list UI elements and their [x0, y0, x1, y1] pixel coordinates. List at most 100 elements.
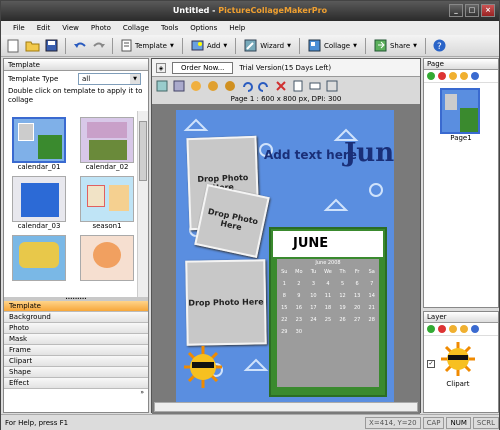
move-up-icon[interactable] — [449, 72, 457, 80]
layer-refresh-icon[interactable] — [471, 325, 479, 333]
delete-icon[interactable] — [273, 79, 288, 93]
page-thumb-1[interactable]: Page1 — [440, 88, 482, 142]
menu-edit[interactable]: Edit — [31, 21, 57, 35]
open-folder-icon[interactable] — [24, 37, 41, 54]
template-label: calendar_01 — [17, 163, 61, 171]
new-icon[interactable] — [5, 37, 22, 54]
rotate-right-icon[interactable] — [239, 79, 254, 93]
move-down-icon[interactable] — [460, 72, 468, 80]
calendar-day: 24 — [310, 317, 317, 323]
rotate-left-icon[interactable] — [256, 79, 271, 93]
section-frame[interactable]: Frame — [4, 345, 148, 356]
collage-button[interactable]: Collage ▼ — [305, 37, 360, 55]
add-layer-icon[interactable] — [427, 325, 435, 333]
calendar-month-title: JUNE — [273, 231, 383, 257]
status-num: NUM — [446, 416, 471, 429]
fit-page-icon[interactable] — [154, 79, 169, 93]
wizard-button[interactable]: Wizard ▼ — [241, 37, 294, 55]
calendar-grid: June 2008 Su Mo Tu We Th Fr Sa 1 2 3 4 5 6 7 8 9 10 11 12 1… — [277, 259, 379, 387]
template-button[interactable]: Template ▼ — [118, 37, 177, 55]
layer-item-clipart[interactable]: ✓ Clipart — [424, 336, 498, 392]
refresh-icon[interactable] — [471, 72, 479, 80]
help-icon[interactable]: ? — [431, 37, 448, 54]
menu-file[interactable]: File — [7, 21, 31, 35]
calendar-day: 13 — [353, 293, 361, 299]
template-type-select[interactable]: all ▼ — [78, 73, 141, 85]
calendar-block[interactable]: JUNE June 2008 Su Mo Tu We Th Fr Sa 1 2 3 4 5 6 7 8 9 10… — [269, 227, 387, 397]
redo-icon[interactable] — [90, 37, 107, 54]
template-thumb-6[interactable] — [76, 235, 138, 281]
section-background[interactable]: Background — [4, 312, 148, 323]
calendar-day: 25 — [324, 317, 332, 323]
delete-layer-icon[interactable] — [438, 325, 446, 333]
layer-visible-checkbox[interactable]: ✓ — [427, 360, 435, 368]
section-effect[interactable]: Effect — [4, 378, 148, 389]
layer-panel: Layer ✓ Clipart — [423, 311, 499, 413]
layer-up-icon[interactable] — [449, 325, 457, 333]
section-template[interactable]: Template — [4, 301, 148, 312]
collage-page[interactable]: Drop Photo Here Drop Photo Here Drop Pho… — [176, 110, 394, 402]
page-panel-header: Page — [424, 59, 498, 70]
template-thumb-season1[interactable]: season1 — [76, 176, 138, 231]
photo-placeholder-3[interactable]: Drop Photo Here — [185, 259, 267, 346]
template-thumb-calendar-03[interactable]: calendar_03 — [8, 176, 70, 231]
fit-height-icon[interactable] — [307, 79, 322, 93]
template-thumb-calendar-01[interactable]: calendar_01 — [8, 117, 70, 172]
page-panel: Page Page1 — [423, 58, 499, 308]
full-view-icon[interactable] — [324, 79, 339, 93]
layer-down-icon[interactable] — [460, 325, 468, 333]
order-now-button[interactable]: Order Now... — [172, 61, 234, 74]
menu-view[interactable]: View — [56, 21, 85, 35]
section-mask[interactable]: Mask — [4, 334, 148, 345]
add-button[interactable]: Add ▼ — [188, 37, 230, 55]
send-back-icon[interactable] — [205, 79, 220, 93]
template-label: calendar_03 — [17, 222, 61, 230]
section-shape[interactable]: Shape — [4, 367, 148, 378]
canvas-hscrollbar[interactable] — [154, 402, 418, 412]
close-button[interactable]: × — [481, 4, 495, 17]
fit-width-icon[interactable] — [290, 79, 305, 93]
chevron-down-icon: ▼ — [413, 42, 417, 49]
share-button[interactable]: Share ▼ — [371, 37, 420, 55]
bring-front-icon[interactable] — [188, 79, 203, 93]
main-toolbar: Template ▼ Add ▼ Wizard ▼ Collage ▼ Share ▼ ? — [1, 35, 499, 57]
toolbar-separator — [235, 37, 237, 54]
section-clipart[interactable]: Clipart — [4, 356, 148, 367]
delete-page-icon[interactable] — [438, 72, 446, 80]
save-icon[interactable] — [43, 37, 60, 54]
menu-photo[interactable]: Photo — [85, 21, 117, 35]
status-coordinates: X=414, Y=20 — [365, 416, 421, 429]
menu-collage[interactable]: Collage — [117, 21, 155, 35]
template-thumb-5[interactable] — [8, 235, 70, 281]
chevron-down-icon: ▼ — [130, 74, 140, 84]
minimize-button[interactable]: _ — [449, 4, 463, 17]
jun-title[interactable]: Jun — [344, 138, 394, 168]
zoom-icon[interactable] — [171, 79, 186, 93]
menu-tools[interactable]: Tools — [155, 21, 184, 35]
menu-help[interactable]: Help — [223, 21, 251, 35]
template-panel-header: Template — [4, 59, 148, 71]
undo-icon[interactable] — [71, 37, 88, 54]
toolbar-separator — [65, 37, 66, 54]
maximize-button[interactable]: □ — [465, 4, 479, 17]
add-photo-icon — [191, 40, 204, 51]
toolbar-separator — [425, 37, 426, 54]
photo-placeholder-2[interactable]: Drop Photo Here — [194, 184, 270, 258]
section-photo[interactable]: Photo — [4, 323, 148, 334]
template-thumb-calendar-02[interactable]: calendar_02 — [76, 117, 138, 172]
calendar-day: 11 — [324, 293, 332, 299]
wizard-label: Wizard — [260, 41, 285, 50]
menu-options[interactable]: Options — [184, 21, 223, 35]
chevron-down-icon: ▼ — [353, 42, 357, 49]
calendar-day: 20 — [353, 305, 361, 311]
add-page-icon[interactable] — [427, 72, 435, 80]
panel-sections: ••••••••• Template Background Photo Mask… — [4, 297, 148, 401]
pin-icon[interactable]: ◈ — [156, 62, 166, 73]
more-sections-icon[interactable]: » — [4, 389, 148, 401]
align-icon[interactable] — [222, 79, 237, 93]
calendar-day: 9 — [297, 293, 301, 299]
calendar-day: 12 — [339, 293, 346, 299]
add-text-label[interactable]: Add text here — [264, 148, 357, 162]
sun-clipart-icon[interactable] — [182, 344, 224, 390]
calendar-day: Sa — [368, 269, 375, 275]
